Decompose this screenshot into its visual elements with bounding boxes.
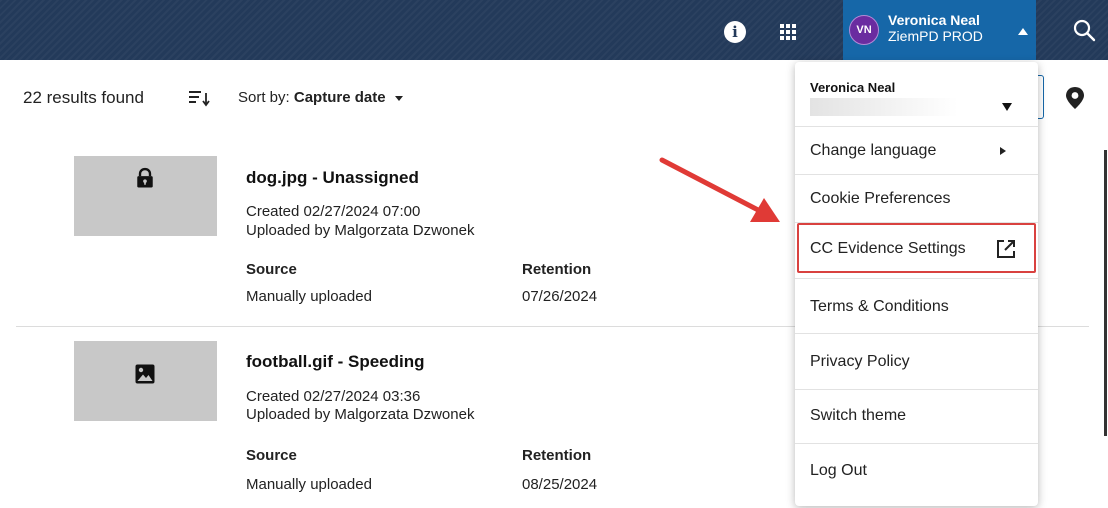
results-count: 22 results found <box>23 88 144 107</box>
menu-item-cookie-preferences[interactable]: Cookie Preferences <box>795 175 1038 222</box>
caret-down-icon[interactable] <box>1002 103 1012 111</box>
menu-user-name: Veronica Neal <box>810 80 896 95</box>
menu-item-privacy-policy[interactable]: Privacy Policy <box>795 338 1038 385</box>
created-date: Created 02/27/2024 03:36 <box>246 388 421 405</box>
retention-value: 08/25/2024 <box>522 476 598 493</box>
retention-label: Retention <box>522 447 592 464</box>
search-icon[interactable] <box>1072 18 1096 42</box>
scrollbar[interactable] <box>1104 150 1107 436</box>
map-pin-icon[interactable] <box>1064 86 1086 110</box>
user-name: Veronica Neal <box>888 12 980 28</box>
lock-icon <box>137 167 153 188</box>
menu-divider <box>795 389 1038 390</box>
menu-item-label: Log Out <box>810 461 867 479</box>
menu-user-header[interactable]: Veronica Neal <box>795 62 1038 126</box>
user-dropdown-menu: Veronica Neal Change language Cookie Pre… <box>795 62 1038 506</box>
chevron-right-icon <box>1000 147 1006 155</box>
menu-item-label: Terms & Conditions <box>810 297 949 315</box>
uploaded-by: Uploaded by Malgorzata Dzwonek <box>246 222 475 239</box>
avatar: VN <box>849 15 879 45</box>
user-menu-button[interactable]: VN Veronica Neal ZiemPD PROD <box>843 0 1036 60</box>
file-title[interactable]: dog.jpg - Unassigned <box>246 168 419 188</box>
top-navigation-bar: i VN Veronica Neal ZiemPD PROD <box>0 0 1108 60</box>
chevron-down-icon <box>394 95 403 101</box>
thumbnail[interactable] <box>74 156 217 236</box>
account-select[interactable] <box>810 98 958 116</box>
retention-value: 07/26/2024 <box>522 288 598 305</box>
sort-order-icon[interactable] <box>189 89 211 107</box>
menu-item-label: Privacy Policy <box>810 352 910 370</box>
source-value: Manually uploaded <box>246 476 372 493</box>
retention-label: Retention <box>522 261 592 278</box>
menu-item-label: Cookie Preferences <box>810 189 951 207</box>
user-environment: ZiemPD PROD <box>888 28 983 44</box>
menu-item-terms[interactable]: Terms & Conditions <box>795 283 1038 330</box>
menu-item-label: Change language <box>810 141 937 159</box>
file-title[interactable]: football.gif - Speeding <box>246 352 424 372</box>
menu-item-label: Switch theme <box>810 406 907 424</box>
menu-item-switch-theme[interactable]: Switch theme <box>795 392 1038 439</box>
image-icon <box>135 364 155 384</box>
source-label: Source <box>246 261 297 278</box>
caret-up-icon <box>1018 28 1028 35</box>
highlight-annotation-box <box>797 223 1036 273</box>
sort-value: Capture date <box>293 89 386 106</box>
apps-grid-icon[interactable] <box>780 24 797 41</box>
annotation-arrow <box>659 157 780 222</box>
menu-item-log-out[interactable]: Log Out <box>795 447 1038 494</box>
menu-divider <box>795 333 1038 334</box>
created-date: Created 02/27/2024 07:00 <box>246 203 421 220</box>
menu-divider <box>795 278 1038 279</box>
sort-dropdown[interactable]: Sort by: Capture date <box>238 89 403 106</box>
uploaded-by: Uploaded by Malgorzata Dzwonek <box>246 406 475 423</box>
sort-prefix: Sort by: <box>238 89 290 106</box>
source-value: Manually uploaded <box>246 288 372 305</box>
thumbnail[interactable] <box>74 341 217 421</box>
source-label: Source <box>246 447 297 464</box>
menu-item-change-language[interactable]: Change language <box>795 127 1038 174</box>
menu-divider <box>795 443 1038 444</box>
info-icon[interactable]: i <box>724 21 746 43</box>
